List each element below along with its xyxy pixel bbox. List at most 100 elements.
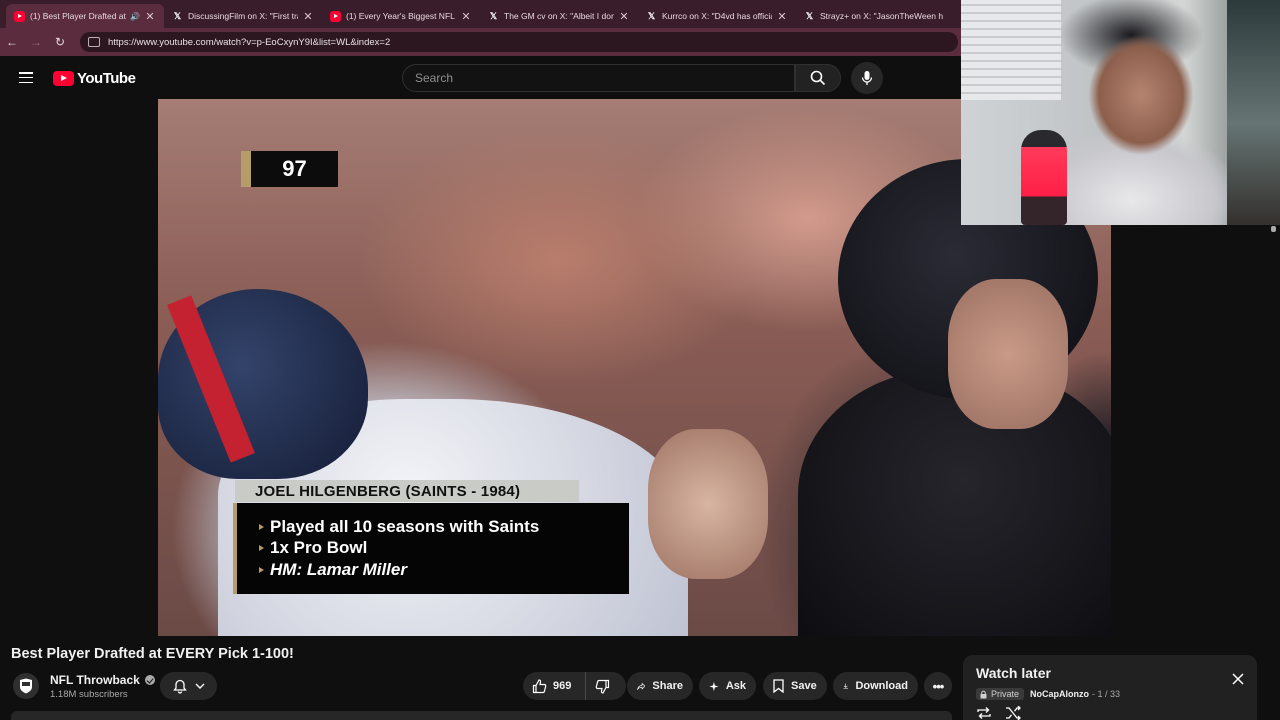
shuffle-icon[interactable] — [1005, 706, 1021, 720]
playlist-title[interactable]: Watch later — [976, 665, 1051, 681]
forward-icon[interactable]: → — [24, 35, 48, 49]
voice-search-button[interactable] — [851, 62, 883, 94]
fact-line: Played all 10 seasons with Saints — [259, 516, 629, 538]
player-name-bar: JOEL HILGENBERG (SAINTS - 1984) — [235, 480, 579, 502]
fact-line: 1x Pro Bowl — [259, 538, 629, 560]
browser-toolbar: ← → ↻ https://www.youtube.com/watch?v=p-… — [0, 28, 961, 56]
browser-tab[interactable]: 𝕏 Kurrco on X: "D4vd has officially ✕ — [638, 4, 796, 28]
notifications-button[interactable] — [160, 672, 217, 700]
loop-icon[interactable] — [976, 706, 992, 720]
browser-tab[interactable]: 𝕏 Strayz+ on X: "JasonTheWeen h — [796, 4, 954, 28]
bullet-arrow-icon — [259, 523, 264, 530]
channel-name-text: NFL Throwback — [50, 673, 140, 687]
back-icon[interactable]: ← — [0, 35, 24, 49]
reload-icon[interactable]: ↻ — [48, 35, 72, 49]
channel-name[interactable]: NFL Throwback — [50, 673, 155, 687]
x-favicon-icon: 𝕏 — [805, 10, 814, 21]
video-frame-hand — [648, 429, 768, 579]
microphone-icon — [861, 71, 873, 85]
browser-tab-strip: (1) Best Player Drafted at EV 🔊 ✕ 𝕏 Disc… — [0, 0, 961, 28]
bell-icon — [172, 679, 187, 694]
pick-number: 97 — [282, 156, 307, 181]
youtube-play-icon — [53, 71, 74, 86]
webcam-background-blinds — [961, 0, 1061, 100]
lock-icon — [980, 690, 987, 698]
pick-number-badge: 97 — [241, 151, 338, 187]
download-icon — [843, 683, 849, 689]
player-name: JOEL HILGENBERG (SAINTS - 1984) — [255, 482, 521, 500]
url-text: https://www.youtube.com/watch?v=p-EoCxyn… — [108, 36, 391, 48]
ask-button[interactable]: Ask — [699, 672, 756, 700]
like-count: 969 — [553, 680, 572, 692]
tab-title: (1) Best Player Drafted at EV — [30, 11, 127, 21]
address-bar[interactable]: https://www.youtube.com/watch?v=p-EoCxyn… — [80, 32, 958, 52]
site-settings-icon[interactable] — [88, 37, 100, 47]
playlist-position: 1 / 33 — [1097, 689, 1121, 699]
sparkle-icon — [709, 681, 719, 691]
video-frame-player — [798, 369, 1111, 636]
player-facts-box: Played all 10 seasons with Saints 1x Pro… — [233, 503, 629, 594]
tab-title: Kurrco on X: "D4vd has officially — [662, 11, 772, 21]
download-button[interactable]: Download — [833, 672, 918, 700]
youtube-header: YouTube Search — [0, 56, 961, 100]
dislike-button[interactable] — [586, 672, 626, 700]
x-favicon-icon: 𝕏 — [173, 10, 182, 21]
webcam-overlay — [961, 0, 1280, 225]
bullet-arrow-icon — [259, 566, 264, 573]
youtube-logo[interactable]: YouTube — [53, 70, 136, 87]
close-tab-icon[interactable]: ✕ — [144, 10, 156, 23]
browser-tab[interactable]: (1) Every Year's Biggest NFL De ✕ — [322, 4, 480, 28]
fact-line: HM: Lamar Miller — [259, 559, 629, 581]
subscriber-count: 1.18M subscribers — [50, 689, 128, 700]
browser-tab[interactable]: 𝕏 The GM cv on X: "Albeit I don't ✕ — [480, 4, 638, 28]
webcam-microphone — [1021, 130, 1067, 225]
hamburger-menu-icon[interactable] — [19, 72, 33, 84]
fact-text: 1x Pro Bowl — [270, 538, 368, 558]
tab-title: DiscussingFilm on X: "First traile — [188, 11, 298, 21]
video-frame-face — [948, 279, 1068, 429]
close-tab-icon[interactable]: ✕ — [460, 10, 472, 23]
youtube-wordmark: YouTube — [77, 70, 136, 87]
ask-label: Ask — [725, 680, 746, 692]
verified-badge-icon — [144, 675, 155, 685]
browser-tab[interactable]: 𝕏 DiscussingFilm on X: "First traile ✕ — [164, 4, 322, 28]
browser-tab[interactable]: (1) Best Player Drafted at EV 🔊 ✕ — [6, 4, 164, 28]
close-tab-icon[interactable]: ✕ — [776, 10, 788, 23]
chevron-down-icon — [195, 683, 204, 689]
thumbs-up-icon — [532, 678, 547, 693]
fact-text: HM: Lamar Miller — [270, 559, 407, 579]
search-input[interactable]: Search — [402, 64, 795, 92]
tab-title: (1) Every Year's Biggest NFL De — [346, 11, 456, 21]
like-button[interactable]: 969 — [523, 672, 586, 700]
webcam-background-window — [1227, 0, 1280, 225]
playlist-meta: Private NoCapAlonzo - 1 / 33 — [976, 687, 1120, 701]
close-tab-icon[interactable]: ✕ — [618, 10, 630, 23]
save-button[interactable]: Save — [763, 672, 827, 700]
download-label: Download — [855, 680, 908, 692]
more-actions-button[interactable]: ••• — [924, 672, 952, 700]
fact-text: Played all 10 seasons with Saints — [270, 516, 540, 536]
search-button[interactable] — [795, 64, 841, 92]
search-icon — [810, 70, 826, 86]
close-icon[interactable] — [1231, 672, 1245, 686]
save-label: Save — [791, 680, 817, 692]
thumbs-down-icon — [595, 679, 610, 694]
tab-title: Strayz+ on X: "JasonTheWeen h — [820, 11, 944, 21]
speaker-icon[interactable]: 🔊 — [130, 12, 140, 21]
bullet-arrow-icon — [259, 545, 264, 552]
like-dislike-group: 969 — [523, 672, 626, 700]
search-placeholder: Search — [415, 71, 454, 85]
channel-avatar[interactable] — [13, 673, 39, 699]
share-button[interactable]: Share — [627, 672, 693, 700]
playlist-controls — [976, 706, 1021, 720]
scrollbar-thumb[interactable] — [1271, 226, 1276, 232]
privacy-label: Private — [991, 689, 1020, 699]
x-favicon-icon: 𝕏 — [489, 10, 498, 21]
close-tab-icon[interactable]: ✕ — [302, 10, 314, 23]
description-box[interactable] — [11, 711, 952, 720]
more-horizontal-icon: ••• — [932, 678, 945, 694]
tab-title: The GM cv on X: "Albeit I don't — [504, 11, 614, 21]
youtube-favicon-icon — [14, 10, 25, 22]
playlist-owner[interactable]: NoCapAlonzo — [1030, 689, 1089, 699]
nfl-shield-icon — [20, 678, 32, 694]
